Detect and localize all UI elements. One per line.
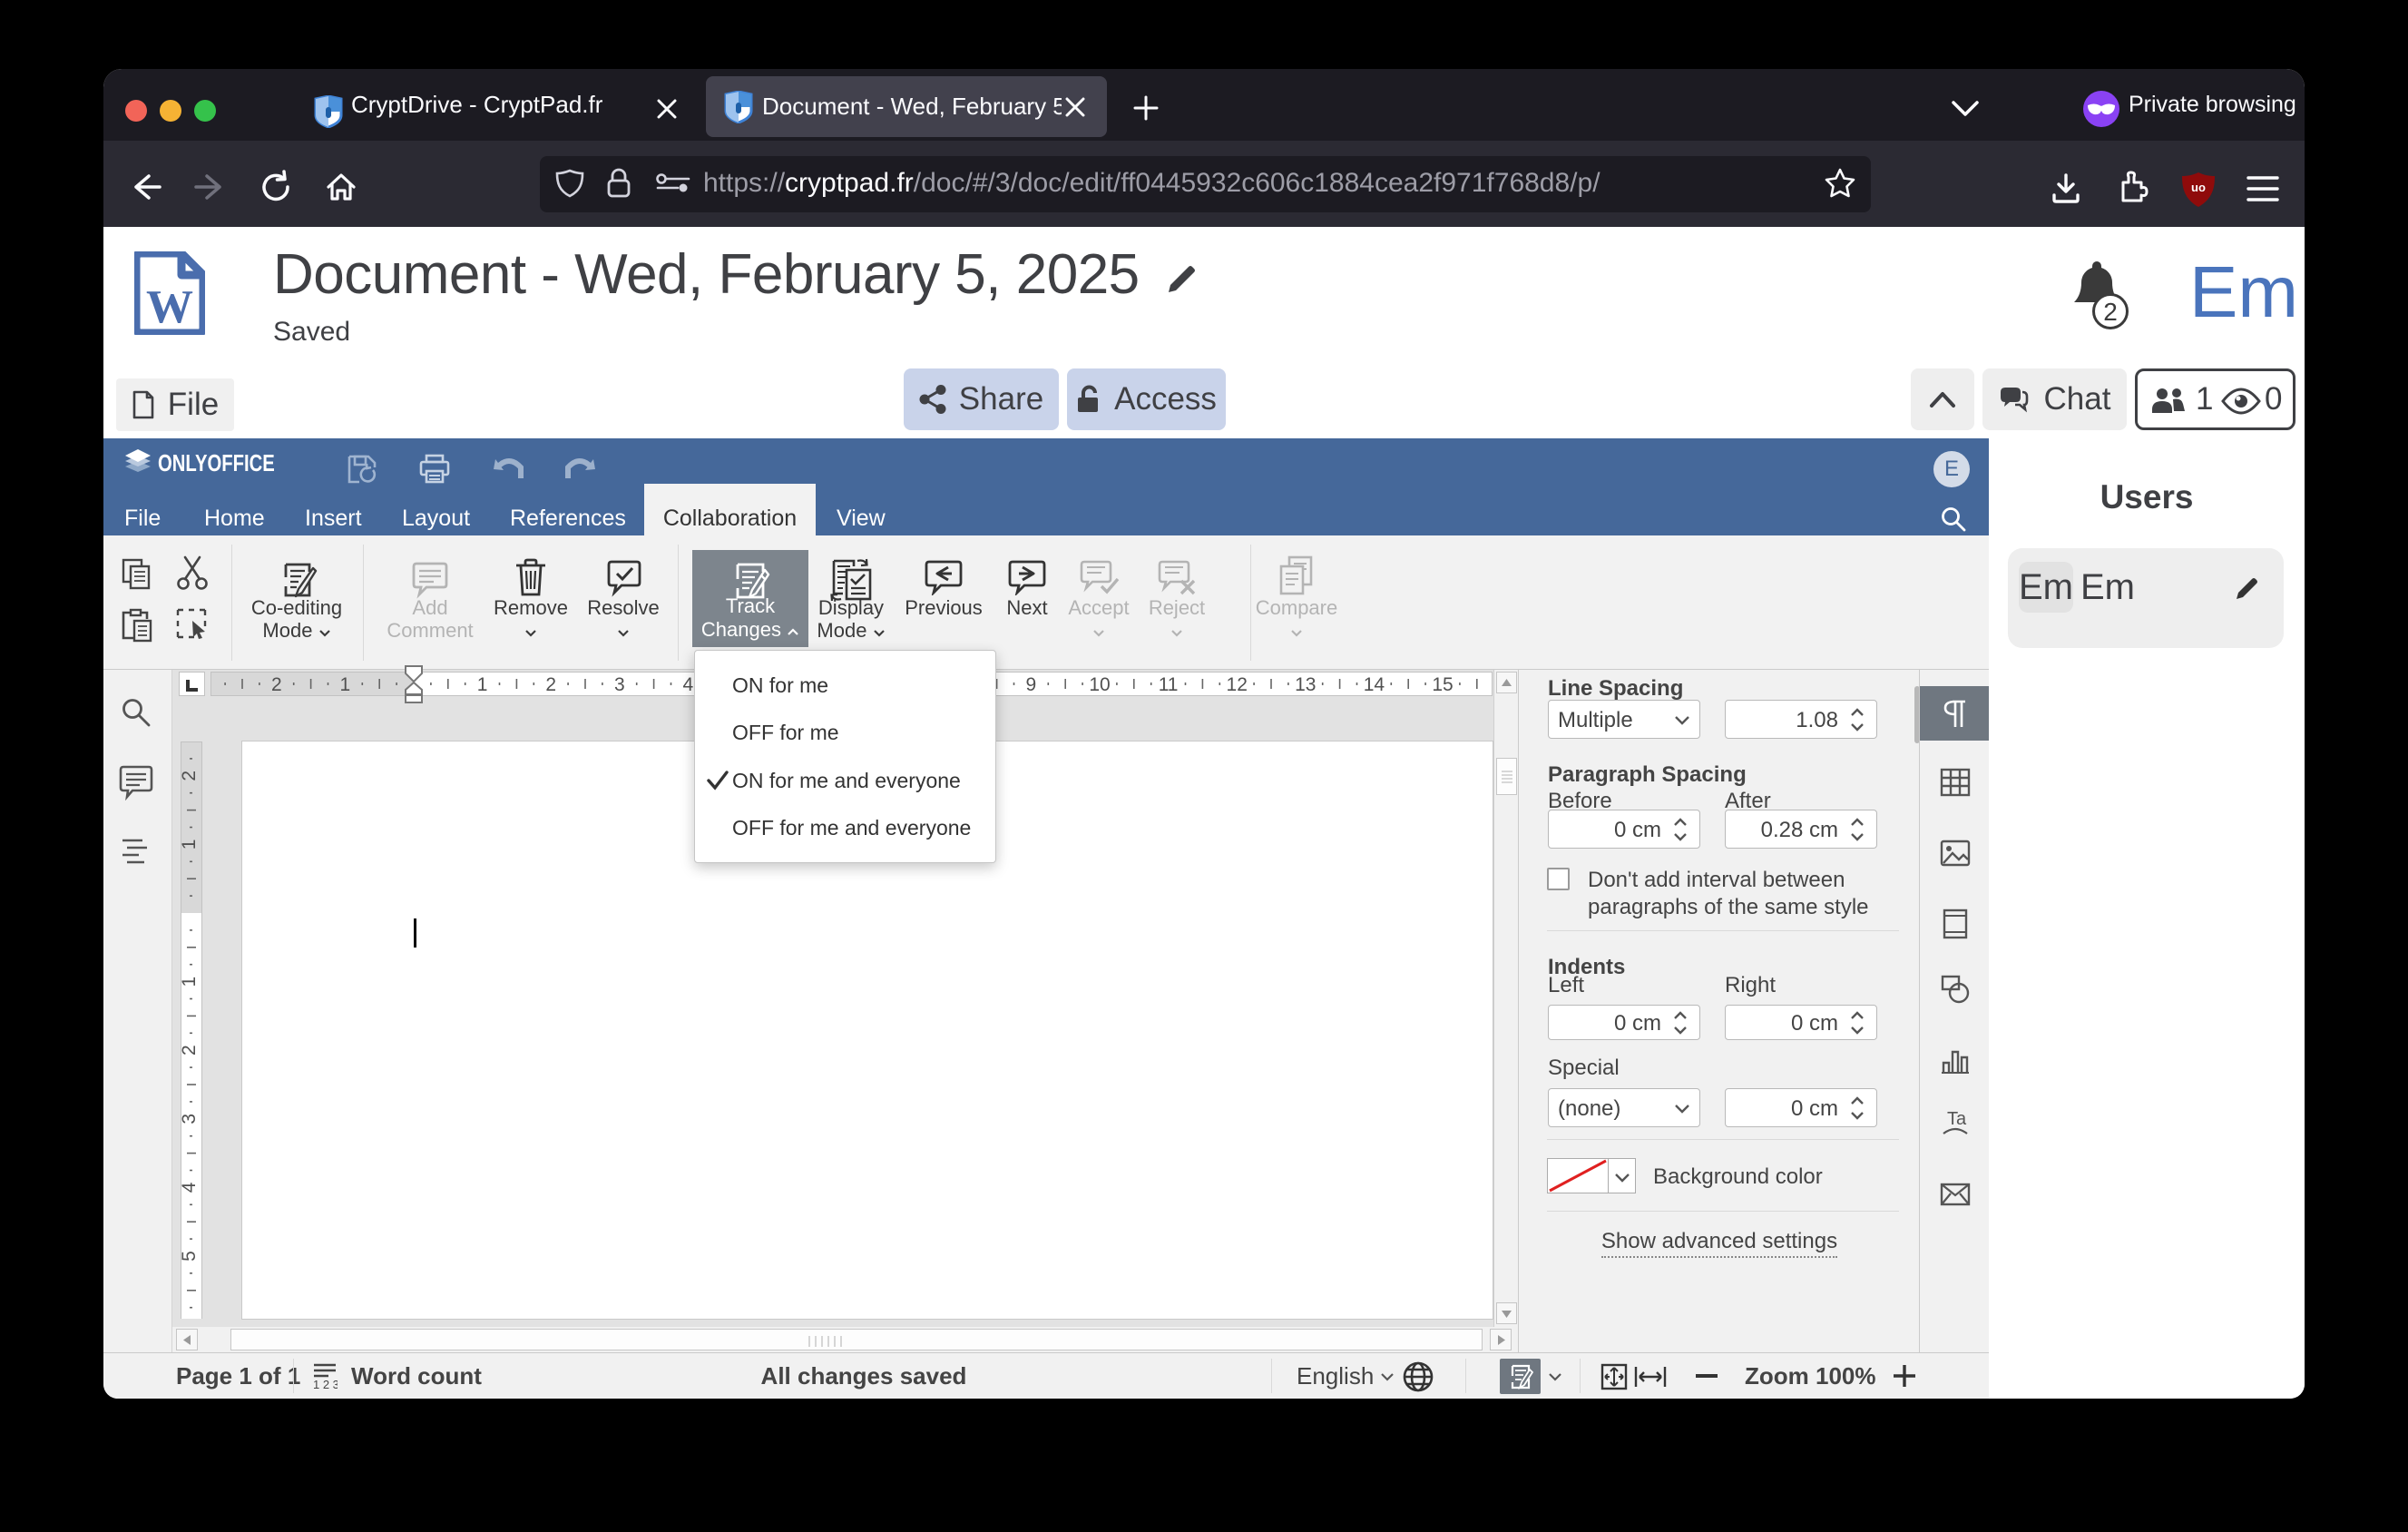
svg-text:1 2 3: 1 2 3 xyxy=(313,1378,338,1390)
svg-text:2: 2 xyxy=(181,1045,200,1056)
svg-text:1: 1 xyxy=(181,840,200,850)
svg-text:uo: uo xyxy=(2191,181,2206,194)
svg-text:2: 2 xyxy=(545,674,556,695)
svg-text:5: 5 xyxy=(181,1251,200,1262)
svg-text:W: W xyxy=(146,281,193,333)
svg-text:1: 1 xyxy=(181,977,200,987)
svg-text:10: 10 xyxy=(1089,674,1110,695)
svg-text:4: 4 xyxy=(683,674,694,695)
svg-text:13: 13 xyxy=(1295,674,1316,695)
svg-text:Ta: Ta xyxy=(1947,1109,1967,1129)
svg-text:15: 15 xyxy=(1432,674,1453,695)
svg-text:11: 11 xyxy=(1159,674,1179,695)
svg-text:3: 3 xyxy=(181,1114,200,1124)
svg-text:2: 2 xyxy=(181,771,200,781)
svg-text:14: 14 xyxy=(1364,674,1385,695)
svg-text:12: 12 xyxy=(1227,674,1248,695)
svg-text:3: 3 xyxy=(614,674,625,695)
svg-text:1: 1 xyxy=(340,674,351,695)
svg-text:9: 9 xyxy=(1026,674,1037,695)
svg-text:4: 4 xyxy=(181,1182,200,1193)
svg-text:2: 2 xyxy=(271,674,282,695)
svg-text:1: 1 xyxy=(477,674,488,695)
